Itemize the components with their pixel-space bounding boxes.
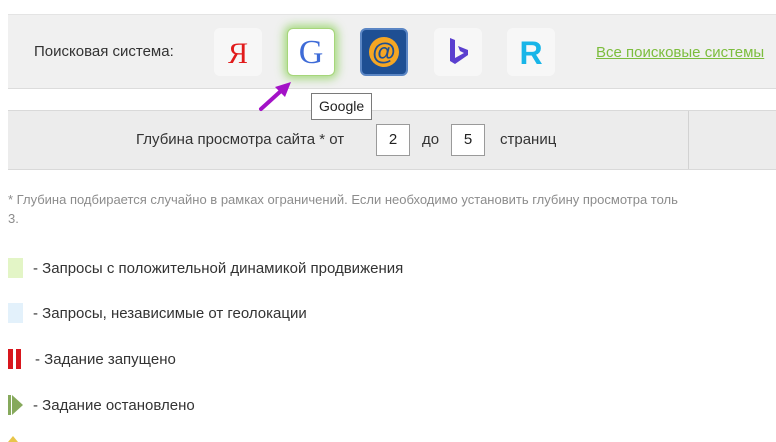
pointer-arrow-icon <box>259 82 291 111</box>
engine-mail-button[interactable]: @ <box>360 28 408 76</box>
legend-text: - Задание запущено <box>35 350 176 368</box>
bing-icon <box>450 38 468 64</box>
google-icon: G <box>299 34 324 71</box>
depth-note-line2: 3. <box>8 211 19 226</box>
google-tooltip: Google <box>311 93 373 120</box>
legend-text: - Запросы с положительной динамикой прод… <box>33 259 404 277</box>
rambler-icon: R <box>519 35 542 70</box>
yandex-icon: Я <box>228 37 248 70</box>
search-engine-label: Поисковая система: <box>34 43 174 60</box>
legend-item-positive-dynamics: - Запросы с положительной динамикой прод… <box>8 257 403 279</box>
engine-yandex-button[interactable]: Я <box>214 28 262 76</box>
legend-item-task-running: - Задание запущено <box>8 348 176 370</box>
legend-text: - Задание остановлено <box>33 396 195 414</box>
legend-item-task-stopped: - Задание остановлено <box>8 394 195 416</box>
depth-note-line1: * Глубина подбирается случайно в рамках … <box>8 192 678 207</box>
depth-label: Глубина просмотра сайта * от <box>136 131 345 148</box>
svg-text:G: G <box>299 34 324 71</box>
depth-note: * Глубина подбирается случайно в рамках … <box>8 190 776 234</box>
svg-text:@: @ <box>372 39 395 66</box>
svg-text:R: R <box>519 35 542 70</box>
depth-unit-label: страниц <box>500 131 557 148</box>
all-search-engines-link[interactable]: Все поисковые системы <box>596 44 764 61</box>
legend-text: - Запросы, независимые от геолокации <box>33 304 307 322</box>
depth-to-input[interactable]: 5 <box>451 124 485 156</box>
depth-to-label: до <box>422 131 440 148</box>
light-green-square-icon <box>8 258 23 278</box>
partial-legend-icon <box>8 436 18 442</box>
depth-settings-bar: Глубина просмотра сайта * от 2 до 5 стра… <box>8 110 776 170</box>
engine-bing-button[interactable] <box>434 28 482 76</box>
engine-rambler-button[interactable]: R <box>507 28 555 76</box>
mail-at-icon: @ <box>369 37 399 67</box>
green-play-icon <box>8 395 23 415</box>
engine-google-button[interactable]: G <box>287 28 335 76</box>
depth-from-input[interactable]: 2 <box>376 124 410 156</box>
legend-item-geo-independent: - Запросы, независимые от геолокации <box>8 302 307 324</box>
light-blue-square-icon <box>8 303 23 323</box>
search-engine-bar: Поисковая система: Я G @ R Все поисковые… <box>8 14 776 89</box>
svg-text:Я: Я <box>228 37 248 70</box>
depth-divider <box>688 111 689 169</box>
red-pause-icon <box>8 349 21 369</box>
